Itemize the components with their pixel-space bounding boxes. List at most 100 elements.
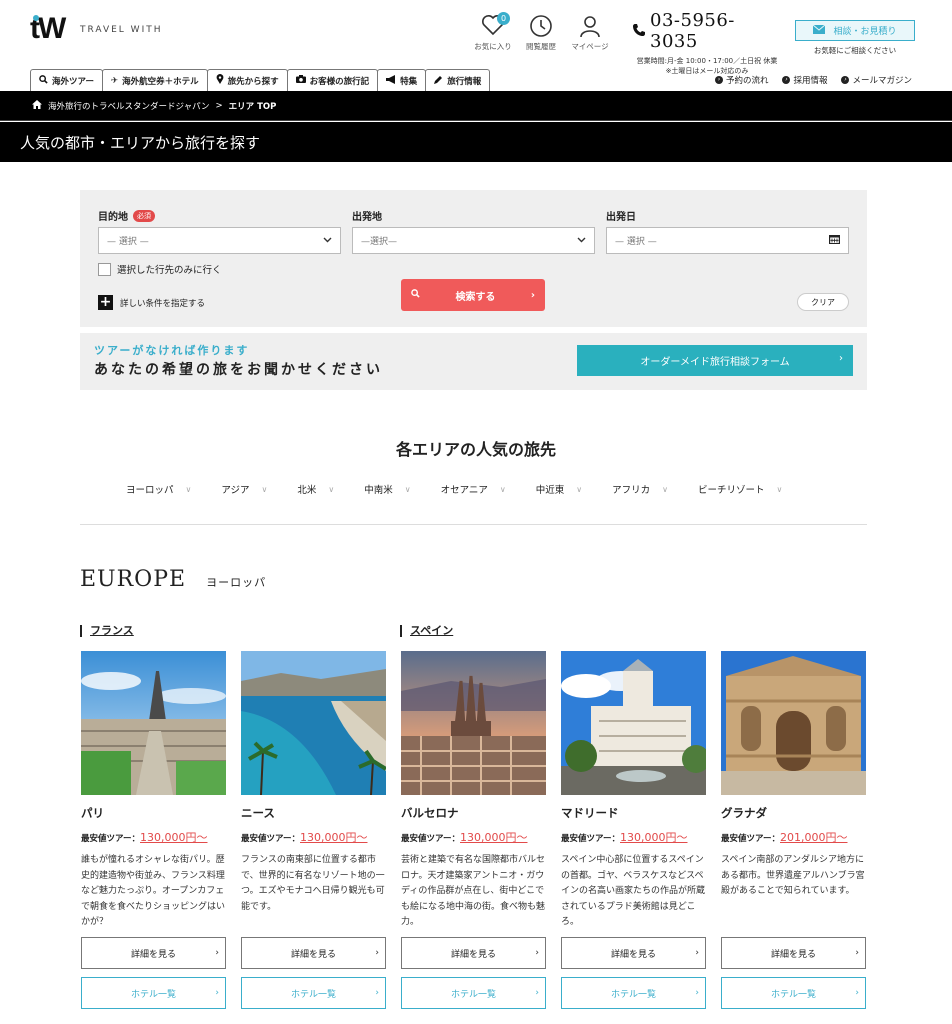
country-link-spain[interactable]: スペイン: [400, 625, 453, 637]
chevron-right-icon: ›: [215, 988, 219, 998]
city-price: 最安値ツアー： 201,000円〜: [721, 829, 866, 845]
only-destination-checkbox[interactable]: 選択した行先のみに行く: [98, 262, 222, 276]
advanced-search-toggle[interactable]: + 詳しい条件を指定する: [98, 295, 205, 310]
hotel-list-button[interactable]: ホテル一覧 ›: [721, 977, 866, 1009]
required-badge: 必須: [133, 209, 155, 222]
area-tab[interactable]: アフリカ ∨: [612, 482, 668, 497]
details-button[interactable]: 詳細を見る ›: [561, 937, 706, 969]
details-button[interactable]: 詳細を見る ›: [241, 937, 386, 969]
price-value[interactable]: 201,000円〜: [780, 829, 848, 845]
area-label: オセアニア: [440, 485, 488, 496]
date-input[interactable]: — 選択 —: [606, 227, 849, 254]
ordermade-tagline: ツアーがなければ作ります: [94, 344, 250, 357]
city-photo-nice[interactable]: [241, 651, 386, 795]
consult-subtext: お気軽にご相談ください: [813, 46, 897, 55]
tab-travel-info[interactable]: 旅行情報: [425, 69, 491, 91]
chevron-down-icon: ∨: [499, 484, 506, 494]
city-photo-paris[interactable]: [81, 651, 226, 795]
megaphone-icon: [386, 74, 396, 87]
history-label: 閲覧履歴: [526, 42, 556, 51]
price-value[interactable]: 130,000円〜: [620, 829, 688, 845]
clear-button[interactable]: クリア: [797, 293, 849, 311]
area-tab[interactable]: ヨーロッパ ∨: [126, 482, 191, 497]
subnav-newsletter[interactable]: › メールマガジン: [841, 74, 912, 86]
ordermade-form-button[interactable]: オーダーメイド旅行相談フォーム ›: [577, 345, 853, 376]
business-hours: 営業時間:月-金 10:00・17:00／土日祝 休業 ※土曜日はメール対応のみ: [632, 56, 782, 76]
chevron-down-icon: ∨: [776, 484, 783, 494]
chevron-down-icon: ∨: [404, 484, 411, 494]
departure-select[interactable]: —選択—: [352, 227, 595, 254]
hotel-list-button[interactable]: ホテル一覧 ›: [241, 977, 386, 1009]
area-tab[interactable]: アジア ∨: [221, 482, 267, 497]
calendar-icon: [829, 234, 840, 247]
tab-label: お客様の旅行記: [309, 76, 370, 87]
page-title: 人気の都市・エリアから旅行を探す: [0, 122, 952, 162]
departure-label: 出発地: [352, 212, 382, 223]
area-label: 中近東: [535, 485, 565, 496]
breadcrumb-current: エリア TOP: [228, 101, 277, 112]
price-value[interactable]: 130,000円〜: [300, 829, 368, 845]
tab-flight-hotel[interactable]: ✈ 海外航空券＋ホテル: [102, 69, 208, 91]
subnav-recruit[interactable]: › 採用情報: [782, 74, 827, 86]
country-link-france[interactable]: フランス: [80, 625, 134, 637]
city-photo-barcelona[interactable]: [401, 651, 546, 795]
phone-number[interactable]: 03-5956-3035: [650, 10, 782, 52]
subnav-reservation-flow[interactable]: › 予約の流れ: [714, 74, 769, 86]
chevron-right-icon: ›: [839, 353, 843, 364]
destination-select[interactable]: — 選択 —: [98, 227, 341, 254]
history-link[interactable]: 閲覧履歴: [513, 14, 569, 52]
area-label: 北米: [297, 485, 317, 496]
area-tab[interactable]: オセアニア ∨: [440, 482, 506, 497]
ordermade-heading: あなたの希望の旅をお聞かせください: [94, 362, 383, 378]
chevron-right-icon: ›: [535, 988, 539, 998]
divider: [80, 524, 867, 525]
details-button[interactable]: 詳細を見る ›: [401, 937, 546, 969]
hotel-list-button[interactable]: ホテル一覧 ›: [561, 977, 706, 1009]
chevron-right-icon: ›: [841, 76, 850, 84]
mypage-link[interactable]: マイページ: [562, 14, 618, 52]
site-logo[interactable]: tW TRAVEL WITH: [30, 12, 180, 48]
chevron-right-icon: ›: [695, 988, 699, 998]
chevron-down-icon: ∨: [576, 484, 583, 494]
chevron-down-icon: ∨: [328, 484, 335, 494]
region-heading: EUROPE ヨーロッパ: [80, 567, 266, 592]
tab-label: 特集: [400, 76, 418, 87]
area-tab[interactable]: 中近東 ∨: [535, 482, 583, 497]
chevron-down-icon: [577, 236, 586, 246]
city-description: 誰もが憧れるオシャレな街パリ。歴史的建造物や街並み、フランス料理など魅力たっぷり…: [81, 855, 226, 927]
area-tab[interactable]: 中南米 ∨: [364, 482, 411, 497]
consult-button[interactable]: 相談・お見積り: [795, 20, 915, 41]
chevron-right-icon: ›: [530, 289, 535, 301]
price-value[interactable]: 130,000円〜: [140, 829, 208, 845]
tab-label: 旅行情報: [447, 76, 482, 87]
chevron-right-icon: ›: [855, 948, 859, 958]
city-description: スペイン中心部に位置するスペインの首都。ゴヤ、ベラスケスなどスペインの名高い画家…: [561, 855, 706, 927]
tab-travelogue[interactable]: お客様の旅行記: [286, 69, 379, 91]
breadcrumb-home[interactable]: 海外旅行のトラベルスタンダードジャパン: [48, 100, 210, 112]
city-price: 最安値ツアー： 130,000円〜: [81, 829, 226, 845]
subnav-label: 予約の流れ: [725, 76, 769, 86]
details-button[interactable]: 詳細を見る ›: [721, 937, 866, 969]
price-label: 最安値ツアー：: [241, 834, 300, 844]
hotel-label: ホテル一覧: [610, 989, 656, 1000]
tab-features[interactable]: 特集: [377, 69, 427, 91]
area-tab[interactable]: 北米 ∨: [297, 482, 335, 497]
subnav-label: メールマガジン: [852, 76, 912, 86]
logo-dot: [33, 15, 39, 21]
details-label: 詳細を見る: [450, 949, 496, 960]
logo-text: TRAVEL WITH: [80, 25, 163, 35]
tab-destinations[interactable]: 旅先から探す: [206, 69, 288, 91]
hotel-list-button[interactable]: ホテル一覧 ›: [81, 977, 226, 1009]
city-photo-granada[interactable]: [721, 651, 866, 795]
details-label: 詳細を見る: [770, 949, 816, 960]
departure-field: 出発地 —選択—: [352, 208, 595, 254]
hotel-label: ホテル一覧: [130, 989, 176, 1000]
area-tab[interactable]: ビーチリゾート ∨: [698, 482, 783, 497]
search-button[interactable]: 検索する ›: [401, 279, 545, 311]
city-photo-madrid[interactable]: [561, 651, 706, 795]
price-value[interactable]: 130,000円〜: [460, 829, 528, 845]
details-button[interactable]: 詳細を見る ›: [81, 937, 226, 969]
hotel-list-button[interactable]: ホテル一覧 ›: [401, 977, 546, 1009]
tab-overseas-tour[interactable]: 海外ツアー: [30, 69, 103, 91]
area-label: アジア: [221, 485, 250, 496]
